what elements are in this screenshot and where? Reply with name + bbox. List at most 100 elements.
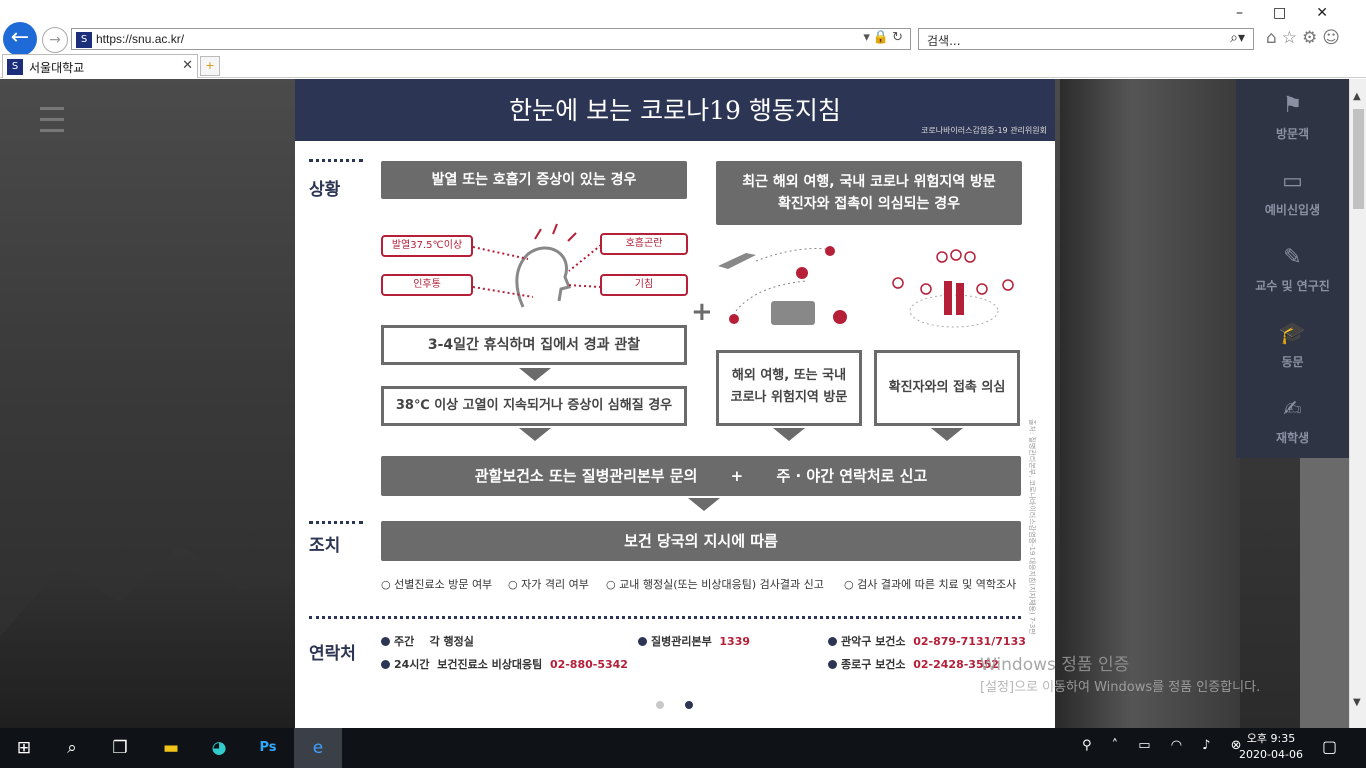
symptom-sore-throat: 인후통 bbox=[381, 274, 473, 296]
search-input[interactable]: 검색... bbox=[927, 32, 961, 49]
contact-label: 24시간 bbox=[394, 658, 430, 671]
pager-dot-1[interactable] bbox=[656, 701, 664, 709]
menu-icon[interactable] bbox=[40, 107, 64, 140]
new-tab-button[interactable]: + bbox=[200, 56, 220, 76]
search-icon[interactable]: ⌕ bbox=[48, 728, 96, 768]
task-view-icon[interactable]: ❐ bbox=[96, 728, 144, 768]
popup-header: 한눈에 보는 코로나19 행동지침 코로나바이러스감염증-19 관리위원회 bbox=[295, 79, 1055, 141]
student-icon: ✍ bbox=[1283, 397, 1302, 422]
app-icon[interactable]: ◕ bbox=[195, 728, 243, 768]
internet-explorer-icon[interactable]: e bbox=[294, 728, 342, 768]
activation-watermark-text: [설정]으로 이동하여 Windows를 정품 인증합니다. bbox=[980, 680, 1261, 695]
site-favicon-icon: S bbox=[76, 32, 92, 48]
symptom-cough: 기침 bbox=[600, 274, 688, 296]
nav-label: 예비신입생 bbox=[1264, 203, 1321, 217]
url-text[interactable]: https://snu.ac.kr/ bbox=[96, 32, 184, 46]
start-button[interactable]: ⊞ bbox=[0, 728, 48, 768]
window-controls[interactable]: –□✕ bbox=[1236, 5, 1358, 21]
bullet-icon bbox=[638, 637, 647, 646]
nav-faculty[interactable]: ✎ 교수 및 연구진 bbox=[1236, 231, 1349, 307]
arrow-down-icon bbox=[519, 428, 551, 441]
arrow-down-icon bbox=[931, 428, 963, 441]
scroll-thumb[interactable] bbox=[1353, 109, 1364, 209]
address-tools-icon[interactable]: ▾🔒↻ bbox=[863, 30, 906, 45]
back-button[interactable]: ← bbox=[3, 22, 37, 56]
report-plus: + bbox=[730, 467, 744, 485]
contact-gwanak: 관악구 보건소 02-879-7131/7133 bbox=[828, 633, 1026, 649]
check-self-quarantine: ○ 자가 격리 여부 bbox=[508, 578, 589, 591]
photoshop-icon[interactable]: Ps bbox=[244, 728, 292, 768]
contact-number: 02-879-7131/7133 bbox=[913, 635, 1026, 648]
address-bar[interactable]: S https://snu.ac.kr/ ▾🔒↻ bbox=[71, 28, 911, 50]
taskbar: ⊞ ⌕ ❐ ▬ ◕ Ps e ⚲ ˄ ▭ ◠ ♪ ⊗ 오후 9:35 2020-0… bbox=[0, 728, 1366, 768]
travel-line2: 코로나 위험지역 방문 bbox=[730, 390, 848, 405]
contact-name: 보건진료소 비상대응팀 bbox=[437, 658, 543, 671]
bullet-icon bbox=[381, 637, 390, 646]
contact-name: 질병관리본부 bbox=[651, 635, 712, 648]
browser-tab[interactable]: S 서울대학교 ✕ bbox=[2, 54, 198, 78]
search-icon[interactable]: ⌕▾ bbox=[1230, 30, 1245, 46]
section-contact: 연락처 bbox=[309, 644, 356, 664]
pen-icon: ✎ bbox=[1283, 245, 1302, 270]
tab-favicon-icon: S bbox=[7, 59, 23, 75]
step-rest-observe: 3-4일간 휴식하며 집에서 경과 관찰 bbox=[381, 325, 687, 365]
check-label: 검사 결과에 따른 치료 및 역학조사 bbox=[857, 578, 1017, 591]
left-case-header: 발열 또는 호흡기 증상이 있는 경우 bbox=[381, 161, 687, 199]
check-label: 교내 행정실(또는 비상대응팀) 검사결과 신고 bbox=[619, 578, 824, 591]
search-box[interactable]: 검색... ⌕▾ bbox=[918, 28, 1254, 50]
divider bbox=[309, 616, 1021, 619]
bullet-icon bbox=[381, 660, 390, 669]
contact-number: 02-880-5342 bbox=[549, 658, 628, 671]
contact-24h: 24시간 보건진료소 비상대응팀 02-880-5342 bbox=[381, 656, 628, 672]
action-box: 보건 당국의 지시에 따름 bbox=[381, 521, 1021, 561]
right-case-line1: 최근 해외 여행, 국내 코로나 위험지역 방문 bbox=[742, 174, 996, 190]
id-card-icon: ▭ bbox=[1282, 169, 1303, 194]
browser-tools-icon[interactable]: ⌂☆⚙☺ bbox=[1266, 28, 1345, 48]
source-note: 출처: 질병관리본부, 코로나바이러스감염증-19 대응지침(지자체용) 7-3… bbox=[1028, 419, 1036, 635]
nav-visitor[interactable]: ⚑ 방문객 bbox=[1236, 79, 1349, 155]
forward-button[interactable]: → bbox=[42, 27, 68, 53]
nav-prospective[interactable]: ▭ 예비신입생 bbox=[1236, 155, 1349, 231]
browser-chrome: ← → S https://snu.ac.kr/ ▾🔒↻ 검색... ⌕▾ ⌂☆… bbox=[0, 0, 1366, 78]
page-scrollbar[interactable]: ▲ ▼ bbox=[1349, 79, 1366, 728]
divider bbox=[309, 159, 363, 162]
popup-title: 한눈에 보는 코로나19 행동지침 bbox=[509, 96, 841, 125]
close-tab-icon[interactable]: ✕ bbox=[182, 58, 193, 73]
arrow-down-icon bbox=[773, 428, 805, 441]
tab-title[interactable]: 서울대학교 bbox=[29, 59, 84, 76]
symptom-breathing: 호흡곤란 bbox=[600, 233, 688, 255]
mountain-photo bbox=[0, 544, 300, 728]
notification-icon[interactable]: ▢ bbox=[1322, 737, 1337, 756]
clock[interactable]: 오후 9:35 2020-04-06 bbox=[1236, 731, 1306, 763]
signpost-icon: ⚑ bbox=[1282, 93, 1303, 118]
covid-guideline-popup: 한눈에 보는 코로나19 행동지침 코로나바이러스감염증-19 관리위원회 상황… bbox=[295, 79, 1055, 728]
scroll-up-icon[interactable]: ▲ bbox=[1353, 91, 1361, 102]
quick-nav: ⚑ 방문객 ▭ 예비신입생 ✎ 교수 및 연구진 🎓 동문 ✍ 재학생 bbox=[1236, 79, 1349, 458]
report-text-1: 관할보건소 또는 질병관리본부 문의 bbox=[474, 467, 698, 485]
bullet-icon bbox=[828, 660, 837, 669]
travel-line1: 해외 여행, 또는 국내 bbox=[731, 368, 847, 383]
travel-box: 해외 여행, 또는 국내 코로나 위험지역 방문 bbox=[716, 350, 862, 426]
contact-day: 주간 각 행정실 bbox=[381, 633, 474, 649]
step-high-fever: 38℃ 이상 고열이 지속되거나 증상이 심해질 경우 bbox=[381, 386, 687, 426]
right-case-header: 최근 해외 여행, 국내 코로나 위험지역 방문 확진자와 접촉이 의심되는 경… bbox=[716, 161, 1022, 225]
arrow-down-icon bbox=[519, 368, 551, 381]
gate-pillar-photo bbox=[1060, 79, 1240, 728]
contact-label: 주간 bbox=[394, 635, 415, 648]
check-treatment: ○ 검사 결과에 따른 치료 및 역학조사 bbox=[844, 578, 1017, 591]
system-tray-icons[interactable]: ⚲ ˄ ▭ ◠ ♪ ⊗ bbox=[1082, 738, 1250, 753]
file-explorer-icon[interactable]: ▬ bbox=[147, 728, 195, 768]
contact-name: 관악구 보건소 bbox=[841, 635, 906, 648]
contact-jongno: 종로구 보건소 02-2428-3552 bbox=[828, 656, 999, 672]
nav-alumni[interactable]: 🎓 동문 bbox=[1236, 307, 1349, 383]
divider bbox=[309, 521, 363, 524]
nav-students[interactable]: ✍ 재학생 bbox=[1236, 383, 1349, 459]
graduation-cap-icon: 🎓 bbox=[1278, 321, 1307, 346]
clock-date: 2020-04-06 bbox=[1239, 748, 1303, 761]
pager-dot-2[interactable] bbox=[685, 701, 693, 709]
travel-illustration bbox=[718, 246, 1014, 328]
contact-kcdc: 질병관리본부 1339 bbox=[638, 633, 750, 649]
scroll-down-icon[interactable]: ▼ bbox=[1353, 697, 1361, 708]
contact-suspected-box: 확진자와의 접촉 의심 bbox=[874, 350, 1020, 426]
clock-time: 오후 9:35 bbox=[1246, 732, 1296, 745]
